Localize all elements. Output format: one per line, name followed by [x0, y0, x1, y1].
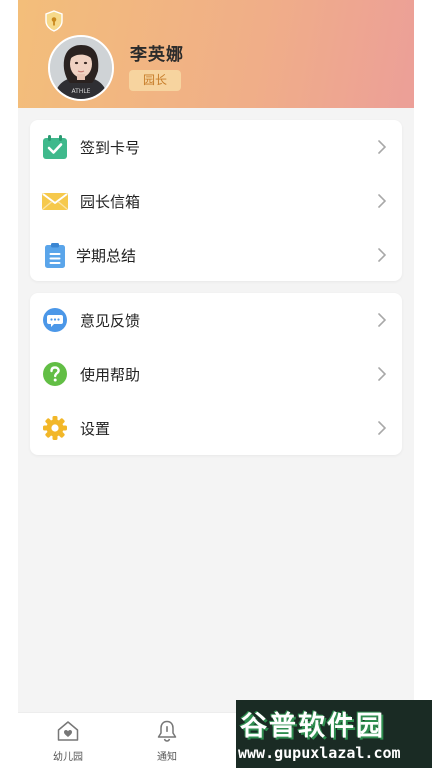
tab-label: 通知	[157, 752, 177, 763]
envelope-icon	[42, 193, 68, 210]
chevron-right-icon	[378, 194, 386, 208]
tab-label: 幼儿园	[53, 752, 83, 763]
app-screen: ATHLE 李英娜 园长 签到卡号 园长信箱 学期总结 意见反馈 使用帮助 设置…	[18, 0, 414, 768]
menu-item-checkin-card[interactable]: 签到卡号	[30, 120, 402, 174]
profile-header: ATHLE 李英娜 园长	[18, 0, 414, 108]
chevron-right-icon	[378, 367, 386, 381]
menu-item-settings[interactable]: 设置	[30, 401, 402, 455]
home-heart-icon	[57, 721, 79, 741]
menu-item-feedback[interactable]: 意见反馈	[30, 293, 402, 347]
svg-text:ATHLE: ATHLE	[72, 88, 91, 95]
menu-item-label: 学期总结	[76, 247, 137, 265]
chevron-right-icon	[378, 140, 386, 154]
menu-card-account: 签到卡号 园长信箱 学期总结	[30, 120, 402, 281]
menu-item-label: 使用帮助	[80, 366, 141, 384]
chevron-right-icon	[378, 313, 386, 327]
chevron-right-icon	[378, 421, 386, 435]
site-watermark: 谷普软件园 www.gupuxlazal.com	[236, 700, 432, 768]
calendar-check-icon	[43, 135, 67, 159]
question-icon	[43, 362, 67, 386]
user-name: 李英娜	[130, 45, 184, 65]
chat-bubble-icon	[43, 308, 67, 332]
menu-item-principal-mailbox[interactable]: 园长信箱	[30, 174, 402, 228]
role-badge: 园长	[129, 70, 181, 91]
clipboard-icon	[45, 243, 65, 268]
watermark-title: 谷普软件园	[240, 711, 385, 742]
avatar[interactable]: ATHLE	[48, 35, 114, 101]
gear-icon	[43, 416, 67, 440]
bell-icon	[157, 720, 177, 742]
menu-card-support: 意见反馈 使用帮助 设置	[30, 293, 402, 455]
menu-item-help[interactable]: 使用帮助	[30, 347, 402, 401]
chevron-right-icon	[378, 248, 386, 262]
shield-icon[interactable]	[44, 10, 64, 32]
menu-item-label: 签到卡号	[80, 139, 141, 157]
watermark-url: www.gupuxlazal.com	[238, 744, 401, 762]
menu-item-label: 设置	[80, 420, 111, 438]
menu-item-semester-summary[interactable]: 学期总结	[30, 228, 402, 282]
tab-kindergarten[interactable]: 幼儿园	[32, 713, 102, 768]
menu-item-label: 园长信箱	[80, 193, 141, 211]
menu-item-label: 意见反馈	[80, 312, 141, 330]
tab-notification[interactable]: 通知	[131, 713, 201, 768]
